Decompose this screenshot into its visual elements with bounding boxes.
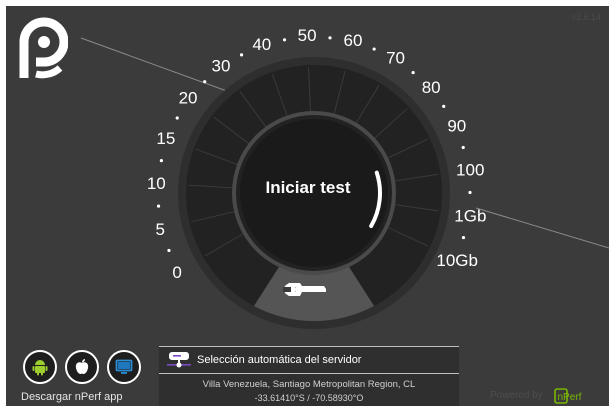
apple-app-button[interactable] — [65, 350, 99, 384]
gauge-label: 70 — [386, 49, 405, 68]
android-app-button[interactable] — [23, 350, 57, 384]
gauge-label: 10Gb — [436, 251, 478, 270]
nperf-brand-logo[interactable]: nPerf — [552, 387, 608, 405]
gauge-tick-dot — [372, 47, 376, 51]
gauge-label: 10 — [147, 174, 166, 193]
wrench-icon — [283, 283, 326, 296]
server-coordinates: -33.61410°S / -70.58930°O — [254, 393, 364, 403]
gauge-tick-dot — [461, 145, 465, 150]
android-icon — [32, 360, 48, 376]
gauge-tick-dot — [159, 159, 163, 163]
gauge-label: 30 — [212, 56, 231, 75]
gauge-tick-dot — [411, 70, 415, 75]
gauge-tick-dot — [156, 204, 161, 208]
monitor-icon — [115, 359, 133, 374]
gauge-label: 60 — [344, 31, 363, 50]
gauge-label: 1Gb — [454, 207, 486, 226]
settings-button[interactable] — [274, 272, 338, 308]
gauge-tick-dot — [468, 190, 472, 195]
desktop-app-button[interactable] — [107, 350, 141, 384]
gauge-label: 15 — [156, 129, 175, 148]
powered-by-label: Powered by — [490, 390, 543, 401]
app-downloads: Descargar nPerf app — [21, 350, 141, 403]
server-selector[interactable]: Selección automática del servidor — [159, 346, 459, 374]
server-icon — [167, 352, 191, 368]
gauge-tick-dot — [203, 80, 207, 84]
gauge-label: 90 — [447, 116, 466, 135]
gauge-label: 0 — [172, 263, 181, 282]
gauge-label: 5 — [155, 220, 164, 239]
gauge-label: 100 — [456, 160, 484, 179]
gauge-tick-dot — [282, 38, 287, 42]
powered-by: Powered by nPerf — [490, 387, 608, 405]
apps-download-label: Descargar nPerf app — [21, 391, 123, 403]
apple-icon — [75, 359, 89, 374]
gauge-tick-dot — [167, 248, 171, 253]
gauge-tick-dot — [239, 53, 244, 57]
gauge-tick-dot — [442, 104, 446, 108]
gauge-tick-dot — [461, 235, 466, 240]
gauge-tick-dot — [175, 116, 179, 120]
gauge-label: 80 — [422, 78, 441, 97]
server-location: Villa Venezuela, Santiago Metropolitan R… — [202, 379, 416, 390]
server-panel: Selección automática del servidor Villa … — [159, 346, 459, 406]
brand-text: nPerf — [558, 392, 582, 403]
start-test-button[interactable]: Iniciar test — [236, 178, 380, 198]
server-selection-label: Selección automática del servidor — [197, 354, 362, 366]
speedtest-widget: v2.6.14 0 5 10 15 20 30 40 50 60 70 80 90 100 1Gb 10Gb… — [6, 6, 609, 406]
gauge-label: 20 — [179, 89, 198, 108]
gauge-tick-dot — [328, 36, 332, 40]
gauge-label: 50 — [298, 26, 317, 45]
gauge-label: 40 — [252, 35, 271, 54]
